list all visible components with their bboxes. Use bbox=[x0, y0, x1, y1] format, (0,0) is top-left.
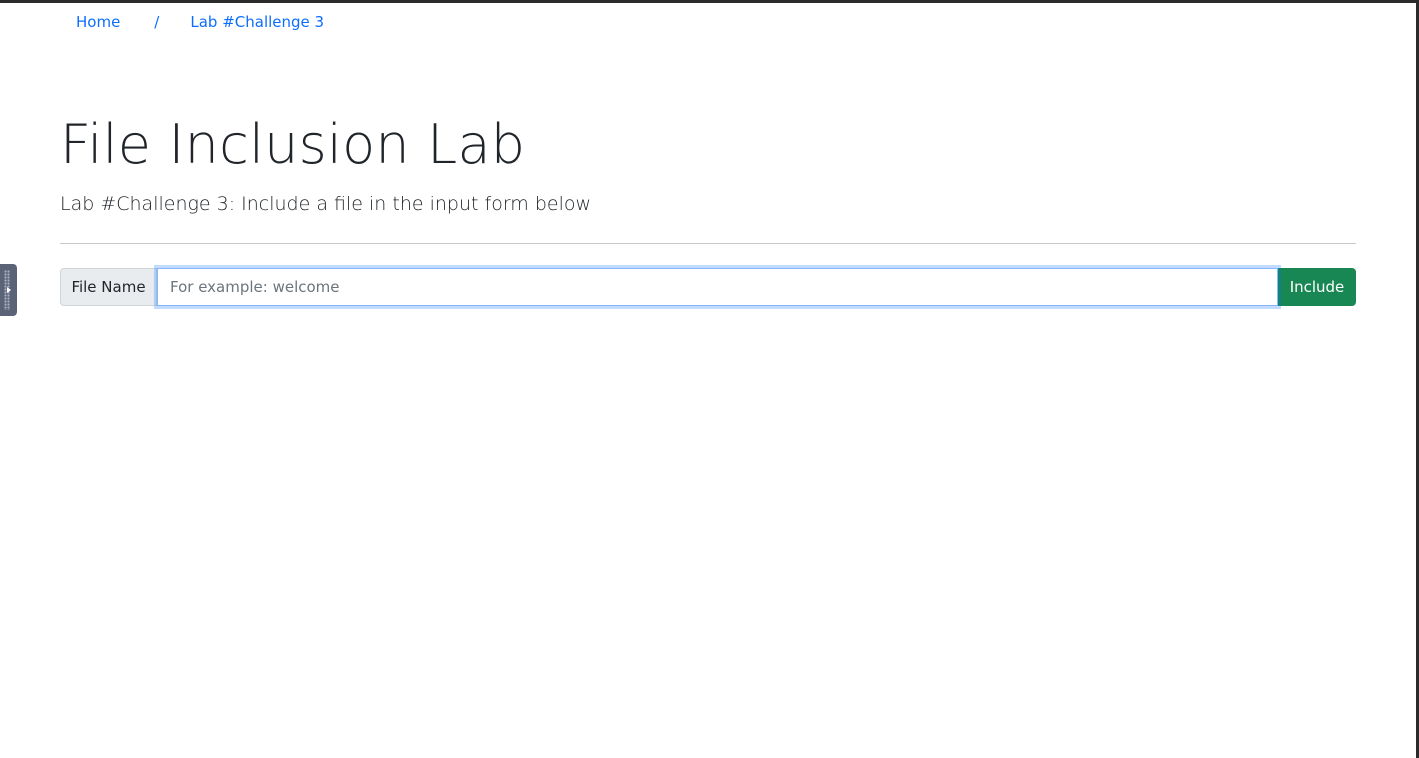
file-name-label: File Name bbox=[60, 268, 157, 306]
play-arrow-icon bbox=[6, 287, 11, 293]
file-name-input[interactable] bbox=[157, 268, 1278, 306]
divider bbox=[60, 243, 1356, 244]
breadcrumb-home-link[interactable]: Home bbox=[76, 13, 120, 31]
page-subtitle: Lab #Challenge 3: Include a file in the … bbox=[60, 193, 592, 215]
file-include-form: File Name Include bbox=[60, 268, 1356, 306]
breadcrumb: Home / Lab #Challenge 3 bbox=[76, 13, 324, 31]
breadcrumb-current-link[interactable]: Lab #Challenge 3 bbox=[190, 13, 324, 31]
side-panel-handle[interactable] bbox=[0, 264, 17, 316]
include-button[interactable]: Include bbox=[1278, 268, 1356, 306]
breadcrumb-separator: / bbox=[154, 13, 160, 31]
page-title: File Inclusion Lab bbox=[60, 113, 526, 176]
